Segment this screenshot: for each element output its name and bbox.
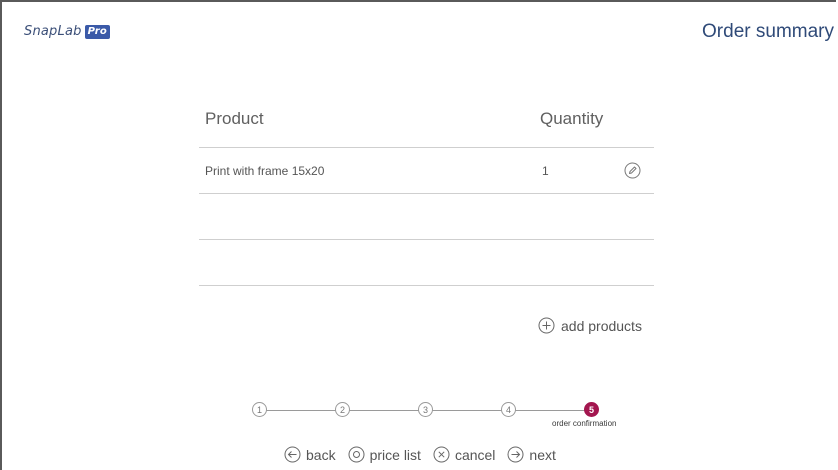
next-button[interactable]: next (507, 446, 556, 463)
step-5[interactable]: 5 (584, 402, 599, 417)
column-header-product: Product (205, 109, 264, 128)
add-products-label: add products (561, 317, 642, 334)
cancel-button[interactable]: cancel (433, 446, 495, 463)
cancel-label: cancel (454, 446, 496, 463)
order-table: Product Quantity Print with frame 15x20 … (199, 103, 654, 286)
table-row: Print with frame 15x20 1 (199, 148, 654, 194)
back-label: back (306, 446, 336, 463)
page-title: Order summary (702, 21, 834, 42)
add-products-button[interactable]: add products (538, 317, 642, 334)
bottom-navigation: back price list cancel next (284, 446, 556, 463)
close-circle-icon (433, 446, 450, 463)
table-header: Product Quantity (199, 103, 654, 148)
edit-icon[interactable] (624, 162, 641, 179)
arrow-right-icon (507, 446, 524, 463)
step-4[interactable]: 4 (501, 402, 516, 417)
plus-circle-icon (538, 317, 555, 334)
arrow-left-icon (284, 446, 301, 463)
column-header-quantity: Quantity (540, 109, 604, 128)
next-label: next (529, 446, 556, 463)
step-label-order-confirmation: order confirmation (552, 419, 617, 428)
logo-badge: Pro (84, 24, 111, 39)
step-2[interactable]: 2 (335, 402, 350, 417)
table-row-empty (199, 194, 654, 240)
step-1[interactable]: 1 (252, 402, 267, 417)
product-name: Print with frame 15x20 (205, 164, 325, 178)
product-quantity: 1 (542, 164, 549, 178)
price-list-label: price list (369, 446, 421, 463)
back-button[interactable]: back (284, 446, 336, 463)
progress-stepper: 1 2 3 4 5 order confirmation (250, 402, 616, 432)
logo-text: SnapLab (24, 24, 82, 39)
table-row-empty (199, 240, 654, 286)
price-list-button[interactable]: price list (348, 446, 421, 463)
target-circle-icon (348, 446, 365, 463)
step-3[interactable]: 3 (418, 402, 433, 417)
app-logo: SnapLab Pro (24, 24, 111, 39)
